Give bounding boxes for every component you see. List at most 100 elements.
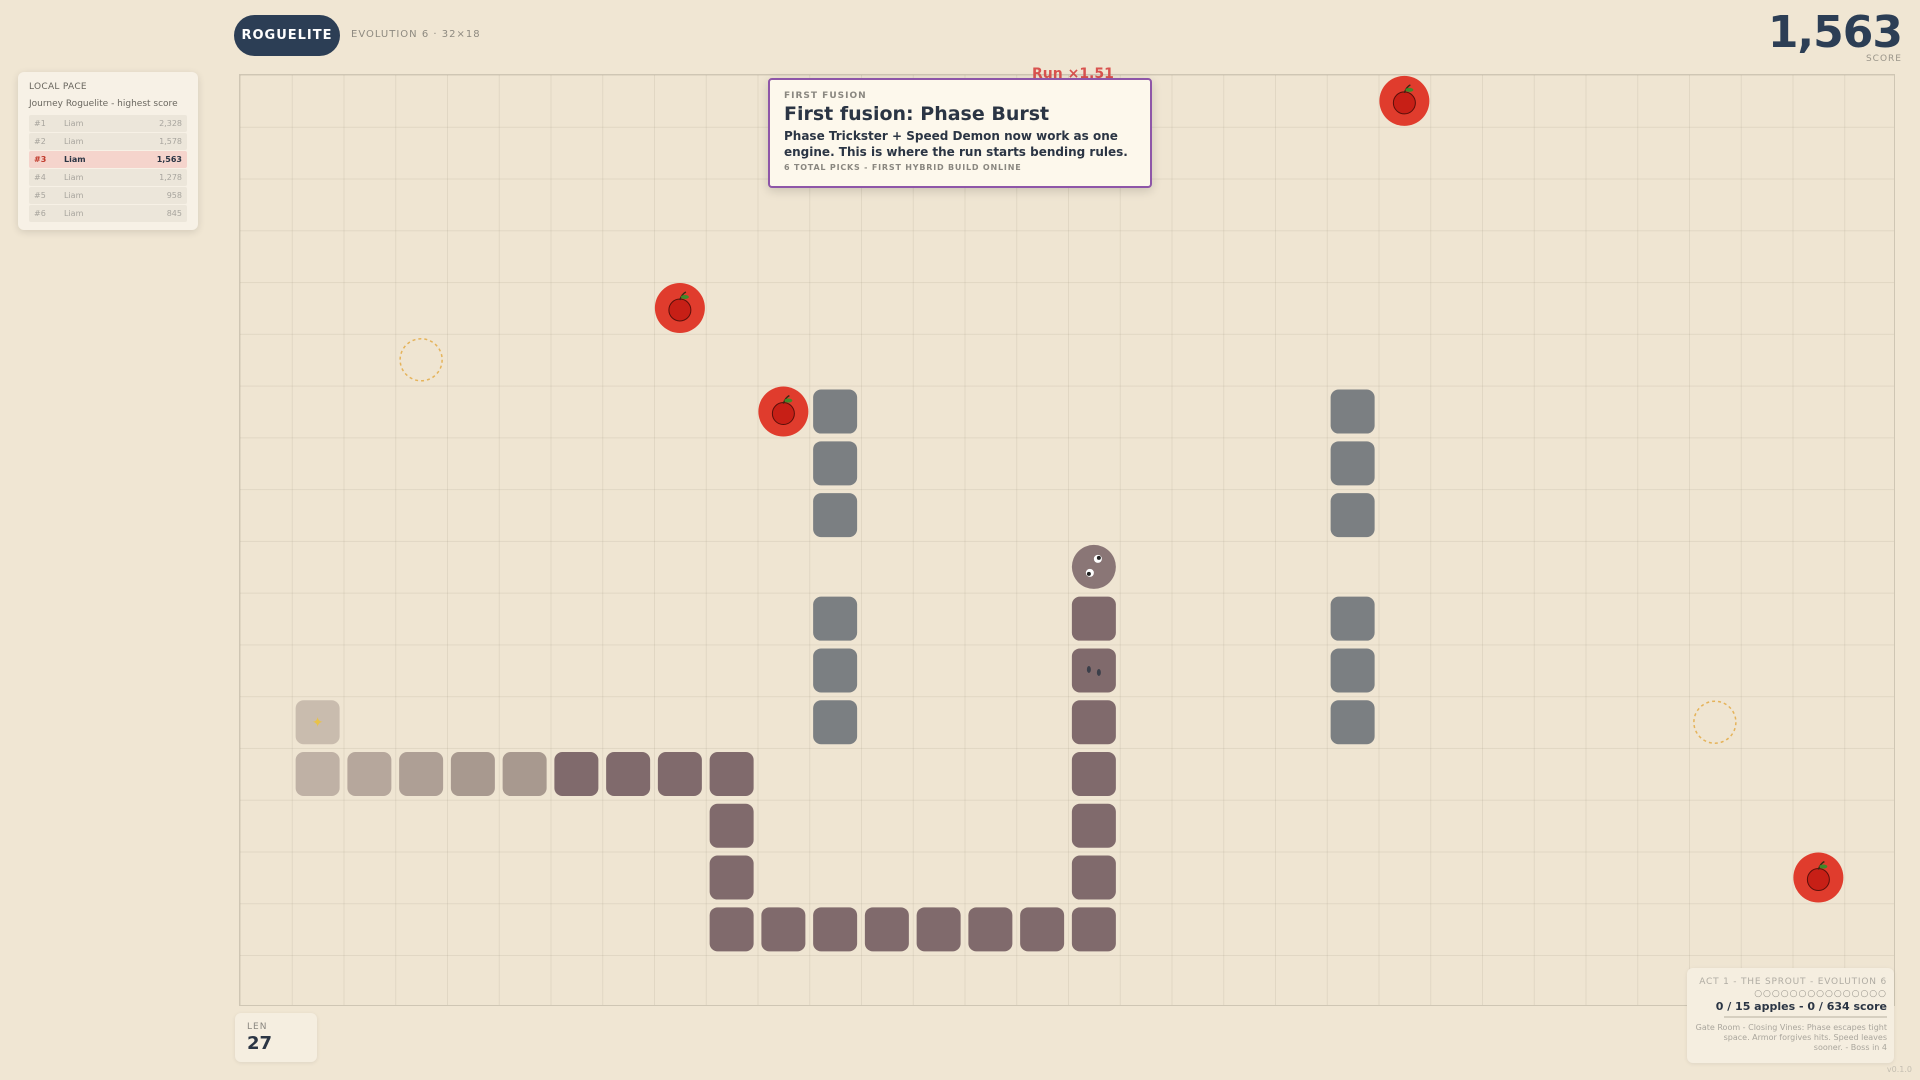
leaderboard-score: 1,578 xyxy=(159,137,182,146)
leaderboard-row: #4 Liam 1,278 xyxy=(29,169,187,186)
board-canvas: ✦ xyxy=(295,75,1844,952)
snake-segment xyxy=(1071,803,1116,848)
leaderboard-name: Liam xyxy=(64,137,84,146)
game-board[interactable]: ✦ xyxy=(239,74,1895,1006)
snake-segment xyxy=(1071,700,1116,745)
apple-leaf-icon xyxy=(1819,864,1828,869)
snake-segment xyxy=(295,752,340,796)
snake-segment xyxy=(968,907,1013,952)
wall-block xyxy=(1330,700,1375,745)
fusion-toast: FIRST FUSION First fusion: Phase Burst P… xyxy=(768,78,1152,188)
snake-segment xyxy=(1020,907,1065,952)
wall-block xyxy=(813,493,858,538)
leaderboard-name: Liam xyxy=(64,155,86,164)
snake-segment xyxy=(709,803,754,848)
evolution-label: EVOLUTION 6 · 32×18 xyxy=(351,29,481,40)
leaderboard-row: #5 Liam 958 xyxy=(29,187,187,204)
wall-block xyxy=(813,389,858,434)
snake-segment xyxy=(1071,596,1116,641)
wall-block xyxy=(1330,493,1375,538)
wall-block xyxy=(1330,596,1375,641)
snake-pupil xyxy=(1086,571,1091,576)
tail-sparkle-icon: ✦ xyxy=(312,715,324,731)
toast-heading: First fusion: Phase Burst xyxy=(784,103,1050,125)
leaderboard-title: LOCAL PACE xyxy=(29,82,87,92)
leaderboard-row: #1 Liam 2,328 xyxy=(29,115,187,132)
snake-segment xyxy=(450,752,495,796)
apple-icon xyxy=(1392,91,1416,115)
segment-mark xyxy=(1096,668,1101,676)
length-label: LEN xyxy=(247,1022,268,1032)
leaderboard-name: Liam xyxy=(64,191,84,200)
apple-icon xyxy=(1806,868,1830,892)
length-value: 27 xyxy=(247,1033,273,1054)
snake-segment xyxy=(916,907,961,952)
score-value: 1,563 xyxy=(1767,7,1903,58)
snake-segment xyxy=(1071,855,1116,900)
leaderboard-row: #2 Liam 1,578 xyxy=(29,133,187,150)
snake-segment xyxy=(1071,907,1116,952)
apple-progress-dots: ○○○○○○○○○○○○○○○ xyxy=(1754,989,1887,999)
portal-ring xyxy=(399,338,443,382)
segment-mark xyxy=(1086,665,1091,673)
snake-pupil xyxy=(1096,555,1101,560)
act-progress-bar xyxy=(1724,1016,1887,1018)
snake-segment xyxy=(1071,752,1116,796)
wall-block xyxy=(1330,648,1375,693)
toast-meta: 6 TOTAL PICKS - FIRST HYBRID BUILD ONLIN… xyxy=(784,163,1022,172)
leaderboard-rank: #6 xyxy=(34,209,46,218)
leaderboard-rank: #3 xyxy=(34,155,47,164)
leaderboard-panel: LOCAL PACE Journey Roguelite - highest s… xyxy=(18,72,198,230)
leaderboard-score: 1,278 xyxy=(159,173,182,182)
length-panel: LEN 27 xyxy=(235,1013,317,1062)
act-description: Gate Room - Closing Vines: Phase escapes… xyxy=(1695,1023,1887,1052)
leaderboard-name: Liam xyxy=(64,119,84,128)
snake-segment xyxy=(502,752,547,796)
snake-segment xyxy=(761,907,806,952)
score-display: 1,563 SCORE xyxy=(1767,7,1903,65)
mode-badge: ROGUELITE xyxy=(234,15,340,56)
snake-head xyxy=(1071,544,1116,589)
snake-segment xyxy=(657,752,702,796)
apple-icon xyxy=(771,402,795,426)
wall-block xyxy=(1330,441,1375,486)
leaderboard-rank: #5 xyxy=(34,191,46,200)
wall-block xyxy=(813,441,858,486)
wall-block xyxy=(813,648,858,693)
version-label: v0.1.0 xyxy=(1886,1065,1912,1074)
snake-segment xyxy=(864,907,909,952)
snake-segment xyxy=(347,752,392,796)
apple-leaf-icon xyxy=(680,295,689,299)
portal-ring xyxy=(1693,700,1737,744)
leaderboard-score: 845 xyxy=(166,209,182,218)
snake-segment xyxy=(554,752,599,796)
leaderboard-subtitle: Journey Roguelite - highest score xyxy=(29,99,178,109)
leaderboard-name: Liam xyxy=(64,173,84,182)
toast-kicker: FIRST FUSION xyxy=(784,91,867,101)
snake-segment xyxy=(606,752,651,796)
snake-segment xyxy=(709,752,754,796)
snake-segment xyxy=(813,907,858,952)
snake-segment xyxy=(709,855,754,900)
leaderboard-score: 2,328 xyxy=(159,119,182,128)
leaderboard-score: 958 xyxy=(166,191,182,200)
apple-leaf-icon xyxy=(784,398,793,403)
wall-block xyxy=(813,596,858,641)
act-title: ACT 1 - THE SPROUT - EVOLUTION 6 xyxy=(1699,977,1887,987)
act-progress-text: 0 / 15 apples - 0 / 634 score xyxy=(1715,1000,1887,1013)
leaderboard-name: Liam xyxy=(64,209,84,218)
leaderboard-rank: #1 xyxy=(34,119,46,128)
snake-segment xyxy=(709,907,754,952)
leaderboard-rank: #2 xyxy=(34,137,46,146)
wall-block xyxy=(1330,389,1375,434)
leaderboard-rank: #4 xyxy=(34,173,46,182)
snake-segment xyxy=(399,752,444,796)
leaderboard-row: #6 Liam 845 xyxy=(29,205,187,222)
toast-body: Phase Trickster + Speed Demon now work a… xyxy=(784,129,1128,159)
wall-block xyxy=(813,700,858,745)
leaderboard-score: 1,563 xyxy=(156,155,182,164)
snake-segment xyxy=(1071,648,1116,693)
act-panel: ACT 1 - THE SPROUT - EVOLUTION 6 ○○○○○○○… xyxy=(1687,968,1894,1063)
apple-leaf-icon xyxy=(1405,87,1414,92)
apple-icon xyxy=(668,298,692,322)
